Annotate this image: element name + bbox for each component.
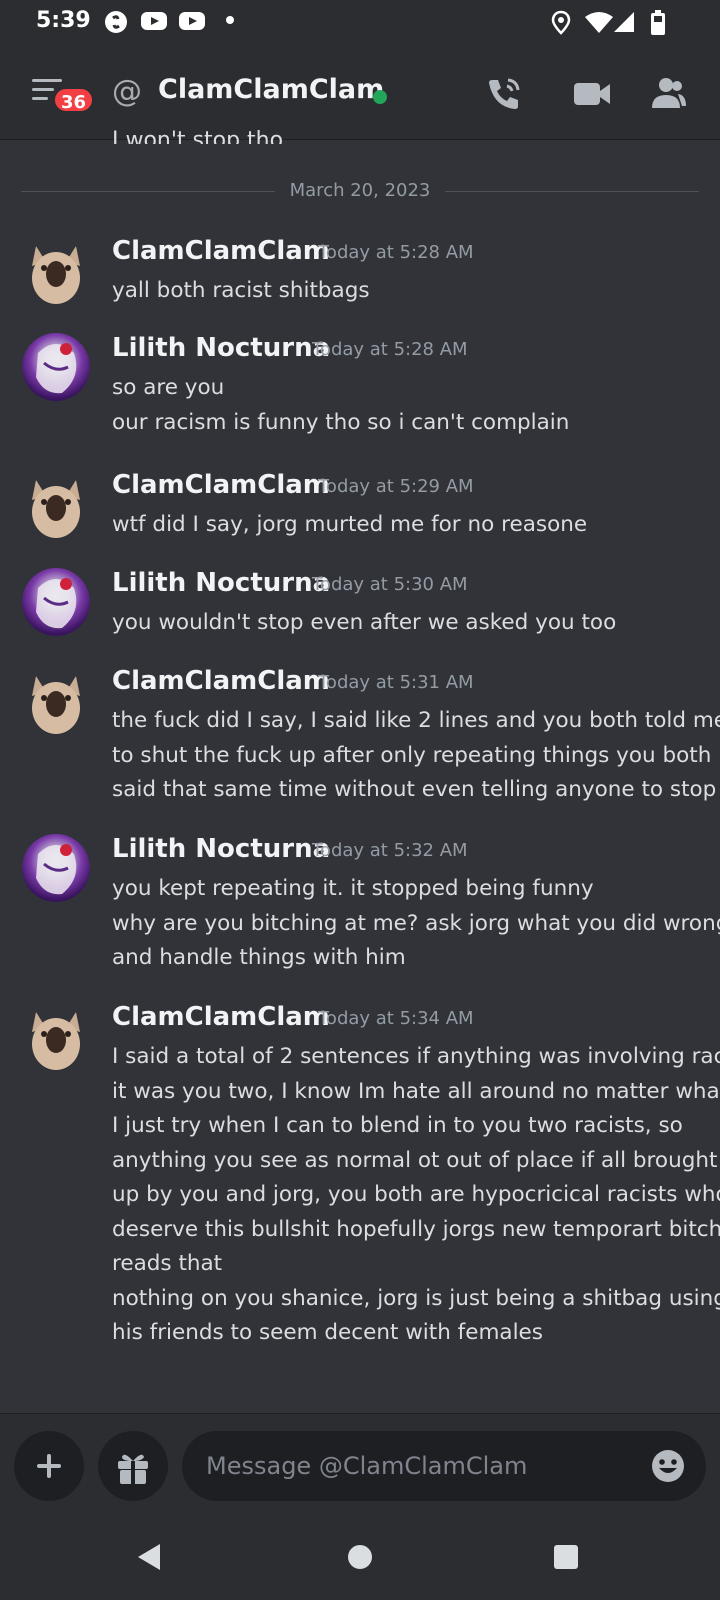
message-line: nothing on you shanice, jorg is just bei… — [112, 1285, 720, 1311]
message-timestamp: Today at 5:28 AM — [312, 339, 468, 360]
cat-avatar-icon — [32, 480, 80, 538]
dm-header: 36 @ ClamClamClam — [0, 44, 720, 140]
message-line: anything you see as normal ot out of pla… — [112, 1147, 718, 1173]
shazam-icon — [105, 11, 127, 33]
back-icon[interactable] — [130, 1537, 170, 1577]
avatar[interactable] — [22, 670, 90, 738]
location-icon — [551, 10, 571, 35]
status-bar: 5:39 — [0, 0, 720, 44]
anime-avatar-icon — [36, 844, 77, 895]
message-line: I just try when I can to blend in to you… — [112, 1113, 683, 1138]
message-line: wtf did I say, jorg murted me for no rea… — [112, 512, 588, 537]
message-line: deserve this bullshit hopefully jorgs ne… — [112, 1216, 720, 1242]
message-author[interactable]: Lilith Nocturna — [112, 834, 330, 864]
home-icon[interactable] — [340, 1537, 380, 1577]
wifi-icon — [585, 12, 613, 33]
message-line: up by you and jorg, you both are hypocri… — [112, 1182, 720, 1207]
emoji-icon[interactable] — [650, 1448, 686, 1484]
avatar[interactable] — [22, 240, 90, 308]
message-content: wtf did I say, jorg murted me for no rea… — [112, 508, 697, 543]
message-input[interactable] — [182, 1431, 706, 1501]
avatar[interactable] — [22, 1006, 90, 1074]
anime-avatar-icon — [36, 343, 77, 394]
divider-date: March 20, 2023 — [289, 180, 431, 201]
avatar[interactable] — [22, 568, 90, 636]
anime-avatar-icon — [36, 578, 77, 629]
message-line: our racism is funny tho so i can't compl… — [112, 409, 570, 435]
message-line: so are you — [112, 375, 225, 400]
message-line: you kept repeating it. it stopped being … — [112, 876, 594, 901]
message-author[interactable]: Lilith Nocturna — [112, 333, 330, 363]
message-line: said that same time without even telling… — [112, 777, 717, 802]
message-line: you wouldn't stop even after we asked yo… — [112, 610, 617, 635]
message-line: I said a total of 2 sentences if anythin… — [112, 1044, 720, 1069]
message-timestamp: Today at 5:30 AM — [312, 574, 468, 595]
message-line: the fuck did I say, I said like 2 lines … — [112, 708, 720, 733]
message-line: yall both racist shitbags — [112, 278, 370, 303]
add-attachment-button[interactable] — [14, 1431, 84, 1501]
message-author[interactable]: Lilith Nocturna — [112, 568, 330, 598]
message-line: and handle things with him — [112, 945, 406, 970]
gift-icon — [118, 1454, 148, 1484]
message-content: the fuck did I say, I said like 2 lines … — [112, 704, 720, 808]
message-composer — [0, 1413, 720, 1513]
video-call-icon[interactable] — [572, 74, 612, 114]
divider-line-left — [21, 191, 275, 192]
battery-icon — [651, 10, 665, 35]
menu-button[interactable]: 36 — [30, 76, 96, 120]
message-content: so are you our racism is funny tho so i … — [112, 371, 697, 440]
message-author[interactable]: ClamClamClam — [112, 236, 330, 266]
previous-message-fragment: I won't stop tho.. — [112, 128, 297, 144]
member-list-icon[interactable] — [648, 74, 688, 114]
message-content: you wouldn't stop even after we asked yo… — [112, 606, 697, 641]
message-line: to shut the fuck up after only repeating… — [112, 742, 712, 768]
message-line: it was you two, I know Im hate all aroun… — [112, 1078, 720, 1104]
message-author[interactable]: ClamClamClam — [112, 1002, 330, 1032]
voice-call-icon[interactable] — [484, 74, 524, 114]
message-timestamp: Today at 5:28 AM — [318, 242, 474, 263]
avatar[interactable] — [22, 834, 90, 902]
avatar[interactable] — [22, 474, 90, 542]
plus-icon — [37, 1454, 61, 1478]
cat-avatar-icon — [32, 676, 80, 734]
recents-icon[interactable] — [546, 1537, 586, 1577]
message-line: why are you bitching at me? ask jorg wha… — [112, 910, 720, 936]
date-divider: March 20, 2023 — [21, 180, 699, 202]
signal-icon — [614, 12, 634, 32]
notification-dot-icon — [226, 16, 234, 24]
youtube-icon-2 — [179, 12, 205, 30]
cat-avatar-icon — [32, 246, 80, 304]
cat-avatar-icon — [32, 1012, 80, 1070]
avatar[interactable] — [22, 333, 90, 401]
message-timestamp: Today at 5:31 AM — [318, 672, 474, 693]
divider-line-right — [445, 191, 699, 192]
message-content: you kept repeating it. it stopped being … — [112, 872, 720, 976]
message-line: reads that — [112, 1251, 223, 1276]
message-author[interactable]: ClamClamClam — [112, 666, 330, 696]
message-content: yall both racist shitbags — [112, 274, 697, 309]
message-timestamp: Today at 5:29 AM — [318, 476, 474, 497]
message-author[interactable]: ClamClamClam — [112, 470, 330, 500]
status-time: 5:39 — [36, 8, 91, 33]
message-content: I said a total of 2 sentences if anythin… — [112, 1040, 720, 1351]
online-status-dot — [373, 90, 387, 104]
at-icon: @ — [112, 74, 142, 109]
message-line: his friends to seem decent with females — [112, 1320, 543, 1345]
message-timestamp: Today at 5:34 AM — [318, 1008, 474, 1029]
unread-badge: 36 — [52, 86, 96, 114]
message-timestamp: Today at 5:32 AM — [312, 840, 468, 861]
system-navigation-bar — [0, 1513, 720, 1600]
page-title: ClamClamClam — [158, 74, 385, 105]
gift-button[interactable] — [98, 1431, 168, 1501]
youtube-icon — [141, 12, 167, 30]
